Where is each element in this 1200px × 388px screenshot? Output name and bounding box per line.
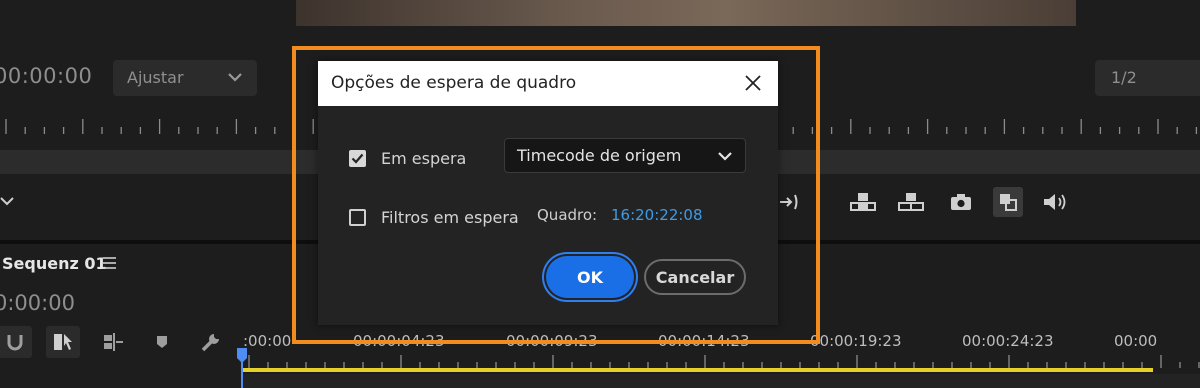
add-marker-track-icon[interactable] [96,326,130,358]
snap-icon[interactable] [0,326,32,358]
timeline-timecode[interactable]: 0:00:00 [0,291,75,315]
ruler-label: :00:00 [243,332,292,350]
zoom-fit-dropdown[interactable]: Ajustar [113,60,257,96]
extract-icon[interactable] [896,187,926,217]
sequence-tab[interactable]: Sequenz 01 [2,254,107,273]
hold-mode-dropdown[interactable]: Timecode de origem [504,138,746,173]
program-monitor-video [296,0,1076,26]
frame-hold-options-dialog: Opções de espera de quadro Em espera Tim… [318,61,778,325]
hold-on-checkbox[interactable] [349,150,366,167]
frame-timecode-value[interactable]: 16:20:22:08 [611,206,703,224]
ruler-label: 00:00:19:23 [810,332,902,350]
chevron-down-icon[interactable] [0,193,16,209]
chevron-down-icon [228,73,242,82]
frame-label: Quadro: [537,206,598,224]
timeline-track[interactable] [243,374,1200,388]
playback-resolution-dropdown[interactable]: 1/2 [1095,60,1200,96]
dialog-titlebar: Opções de espera de quadro [318,61,778,106]
ruler-label: 00:00:24:23 [962,332,1054,350]
close-icon[interactable] [740,70,766,96]
lift-icon[interactable] [848,187,878,217]
dialog-title: Opções de espera de quadro [331,73,577,93]
hold-filters-checkbox[interactable] [349,209,366,226]
hold-on-label: Em espera [381,149,467,168]
chevron-down-icon [718,152,732,161]
checkmark-icon [351,153,364,164]
cancel-button[interactable]: Cancelar [644,259,746,295]
ok-button[interactable]: OK [546,256,634,298]
playback-resolution-value: 1/2 [1111,68,1137,87]
hold-filters-label: Filtros em espera [381,208,519,227]
linked-selection-icon[interactable] [46,326,80,358]
hold-mode-value: Timecode de origem [517,146,682,165]
zoom-fit-value: Ajustar [127,68,184,87]
work-area-bar[interactable] [243,368,1153,372]
marker-icon[interactable] [145,326,179,358]
camera-icon[interactable] [946,187,976,217]
ruler-label: 00:00 [1114,332,1158,350]
program-timecode[interactable]: 00:00:00 [0,64,92,88]
wrench-icon[interactable] [194,326,228,358]
volume-icon[interactable] [1040,187,1070,217]
menu-icon[interactable] [102,256,118,270]
playhead-handle[interactable] [237,348,247,364]
comparison-view-icon[interactable] [993,187,1023,217]
